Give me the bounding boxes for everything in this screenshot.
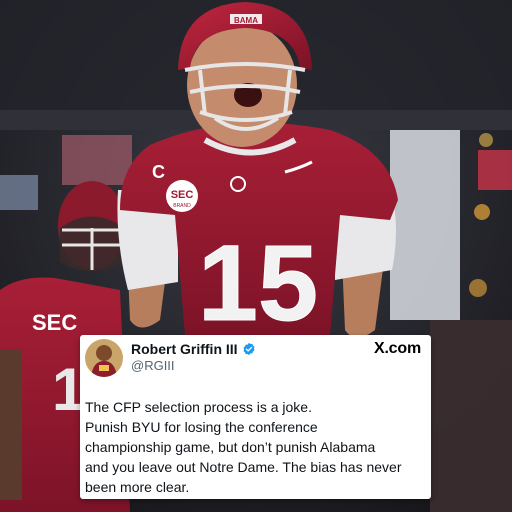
stadium-light-3 — [479, 133, 493, 147]
tweet-line: and you leave out Notre Dame. The bias h… — [85, 459, 402, 475]
captain-patch: C — [152, 162, 165, 182]
tweet-line: Punish BYU for losing the conference — [85, 419, 318, 435]
stadium-light-1 — [474, 204, 490, 220]
tweet-card[interactable]: Robert Griffin III @RGIII X.com The CFP … — [80, 335, 431, 499]
scoreboard-screen — [390, 130, 460, 320]
sec-patch-sub: BRAND — [173, 203, 191, 209]
tweet-line: The CFP selection process is a joke. — [85, 399, 312, 415]
avatar[interactable] — [85, 339, 123, 377]
author-row: Robert Griffin III — [131, 341, 256, 357]
left-red-panel — [62, 135, 132, 185]
x-logo-text: X.com — [373, 340, 421, 357]
crowd-right — [430, 320, 512, 512]
display-name[interactable]: Robert Griffin III — [131, 341, 238, 357]
jersey-number: 15 — [198, 222, 318, 343]
tweet-line: been more clear. — [85, 479, 190, 495]
left-light-panel — [0, 175, 38, 210]
verified-badge-icon — [243, 342, 255, 356]
screen: SEC 1 C SEC BRAND 15 BAMA Robert Griffin… — [0, 0, 512, 512]
tweet-text: The CFP selection process is a joke. Pun… — [85, 397, 427, 497]
avatar-image — [85, 339, 123, 377]
helmet-text: BAMA — [234, 16, 258, 25]
sec-patch: SEC — [171, 189, 194, 201]
red-light — [478, 150, 512, 190]
user-handle[interactable]: @RGIII — [131, 358, 175, 373]
tweet-line: championship game, but don’t punish Alab… — [85, 439, 376, 455]
stadium-light-2 — [469, 279, 487, 297]
teammate-patch: SEC — [32, 310, 77, 335]
